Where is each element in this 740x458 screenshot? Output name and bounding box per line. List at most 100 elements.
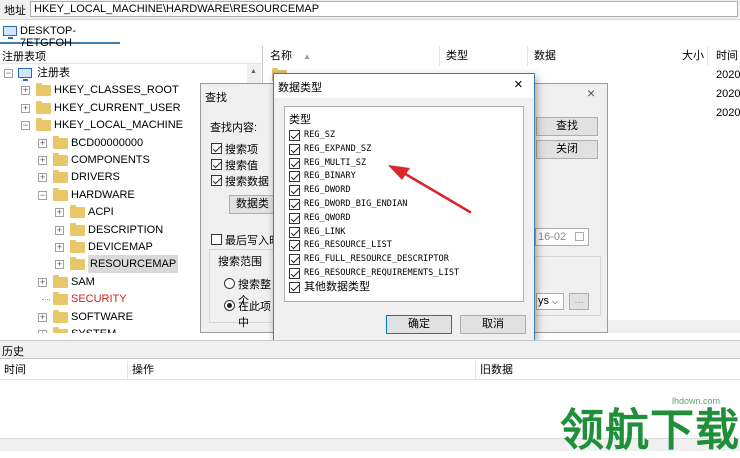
type-checkbox[interactable] xyxy=(289,143,300,155)
find-button[interactable]: 查找 xyxy=(536,117,598,136)
tree-item-label: SECURITY xyxy=(71,293,127,306)
search-values-label: 搜索值 xyxy=(225,160,258,172)
last-write-checkbox[interactable] xyxy=(211,234,222,245)
history-col-old-data[interactable]: 旧数据 xyxy=(476,361,740,379)
tree-item-label: DEVICEMAP xyxy=(88,241,153,253)
type-checkbox[interactable] xyxy=(289,240,300,252)
days-select[interactable]: ys ⌵ xyxy=(536,293,564,310)
scroll-up-icon[interactable]: ▲ xyxy=(250,68,257,75)
expander-icon[interactable]: + xyxy=(38,156,47,165)
ellipsis-button[interactable]: ... xyxy=(569,293,589,310)
tree-item--[interactable]: − 注册表 xyxy=(0,64,246,82)
history-col-time[interactable]: 时间 xyxy=(0,361,128,379)
type-label: REG_LINK xyxy=(304,226,346,237)
type-checkbox[interactable] xyxy=(289,157,300,169)
folder-icon xyxy=(36,83,51,97)
type-checkbox[interactable] xyxy=(289,281,300,293)
address-field[interactable]: HKEY_LOCAL_MACHINE\HARDWARE\RESOURCEMAP xyxy=(30,1,738,17)
tree-item-label: HKEY_CURRENT_USER xyxy=(54,101,181,114)
type-label: REG_DWORD xyxy=(304,185,351,196)
tree-item-label: HKEY_LOCAL_MACHINE xyxy=(54,119,183,132)
search-keys-label: 搜索项 xyxy=(225,144,258,156)
expander-icon[interactable]: + xyxy=(38,277,47,287)
search-values-checkbox[interactable] xyxy=(211,159,222,170)
folder-icon xyxy=(70,205,85,219)
type-checkbox[interactable] xyxy=(289,254,300,266)
scope-current-radio[interactable] xyxy=(224,300,235,311)
folder-icon xyxy=(53,135,68,149)
expander-icon[interactable]: − xyxy=(4,69,13,78)
find-dialog-title: 查找 xyxy=(205,92,227,104)
tree-item-label: DESCRIPTION xyxy=(88,223,164,236)
search-content-label: 查找内容: xyxy=(210,122,258,134)
folder-icon xyxy=(53,327,68,333)
expander-icon[interactable]: + xyxy=(38,312,47,322)
expander-icon[interactable]: + xyxy=(21,86,30,96)
history-titlebar: 历史 xyxy=(0,340,740,359)
time-value-2: 2020 xyxy=(716,88,740,100)
sort-up-icon: ▲ xyxy=(303,52,311,61)
datatype-button[interactable]: 数据类型... xyxy=(229,195,277,214)
folder-icon xyxy=(70,240,85,253)
column-time[interactable]: 时间 xyxy=(710,46,740,66)
computer-tab[interactable]: DESKTOP-7ETGFQH xyxy=(0,22,120,49)
watermark-url: lhdown.com xyxy=(672,396,721,406)
calendar-icon[interactable] xyxy=(575,232,584,241)
tree-header-label: 注册表项 xyxy=(2,51,46,63)
type-label: REG_QWORD xyxy=(304,212,351,223)
scope-current-label: 在此项中 xyxy=(238,301,271,329)
expander-icon[interactable]: + xyxy=(21,103,30,113)
scope-whole-radio[interactable] xyxy=(224,278,235,289)
folder-icon xyxy=(53,274,68,288)
search-data-label: 搜索数据 xyxy=(225,176,269,188)
time-range-group: ys ⌵ ... xyxy=(533,256,601,316)
search-keys-checkbox[interactable] xyxy=(211,143,222,154)
type-checkbox[interactable] xyxy=(289,268,300,279)
type-checkbox[interactable] xyxy=(289,171,300,183)
expander-icon[interactable]: + xyxy=(55,260,64,270)
folder-icon xyxy=(53,292,68,306)
date-field[interactable]: 16-02 xyxy=(535,228,589,246)
column-size[interactable]: 大小 xyxy=(664,46,708,66)
days-value: ys xyxy=(538,295,549,307)
history-title: 历史 xyxy=(2,346,24,358)
expander-icon[interactable]: + xyxy=(38,330,47,333)
type-checkbox[interactable] xyxy=(289,199,300,210)
datatype-titlebar: 数据类型 × xyxy=(274,74,534,98)
history-col-action[interactable]: 操作 xyxy=(128,361,476,379)
type-checkbox[interactable] xyxy=(289,226,300,238)
search-data-checkbox[interactable] xyxy=(211,175,222,186)
chevron-down-icon: ⌵ xyxy=(552,297,559,306)
folder-icon xyxy=(70,257,85,271)
tree-item-label: HKEY_CLASSES_ROOT xyxy=(54,84,179,97)
tree-item-label: HARDWARE xyxy=(71,188,135,201)
expander-icon[interactable]: + xyxy=(38,138,47,148)
scope-group: 搜索范围 搜索整个 在此项中 xyxy=(209,249,275,329)
expander-icon[interactable]: − xyxy=(38,190,47,200)
tree-item-label: SAM xyxy=(71,275,95,288)
datatype-close-icon[interactable]: × xyxy=(514,76,523,93)
ok-button[interactable]: 确定 xyxy=(386,315,452,334)
tree-item-label: SYSTEM xyxy=(71,325,116,333)
tree-header: 注册表项 xyxy=(0,46,262,64)
find-close-icon[interactable]: × xyxy=(587,85,595,101)
folder-icon xyxy=(53,309,68,323)
column-name[interactable]: 名称 ▲ xyxy=(264,46,440,66)
type-checkbox[interactable] xyxy=(289,130,300,141)
expander-icon[interactable]: + xyxy=(55,208,64,218)
cancel-button[interactable]: 取消 xyxy=(460,315,526,334)
tree-item-label: COMPONENTS xyxy=(71,154,150,166)
expander-icon[interactable]: + xyxy=(55,225,64,235)
datatype-dialog-title: 数据类型 xyxy=(278,82,322,94)
close-button[interactable]: 关闭 xyxy=(536,140,598,159)
annotation-arrow-icon xyxy=(388,165,472,214)
column-type[interactable]: 类型 xyxy=(440,46,528,66)
expander-icon[interactable]: + xyxy=(55,243,64,252)
expander-icon[interactable]: − xyxy=(21,121,30,131)
type-checkbox[interactable] xyxy=(289,185,300,197)
folder-icon xyxy=(70,222,85,236)
address-bar: 地址 HKEY_LOCAL_MACHINE\HARDWARE\RESOURCEM… xyxy=(0,0,740,20)
folder-icon xyxy=(53,153,68,166)
type-checkbox[interactable] xyxy=(289,212,300,224)
expander-icon[interactable]: + xyxy=(38,173,47,183)
